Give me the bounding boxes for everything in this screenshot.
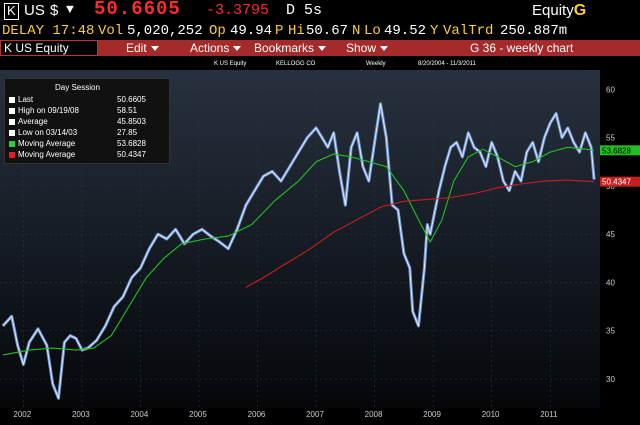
high-marker-icon <box>9 107 15 114</box>
x-tick-label: 2005 <box>189 410 207 419</box>
x-tick-label: 2002 <box>13 410 31 419</box>
subheader-company: KELLOGG CO <box>276 61 316 67</box>
legend-value: 50.4347 <box>117 150 146 159</box>
legend-row: Moving Average <box>9 139 75 149</box>
legend-label: High on 09/19/08 <box>18 106 79 115</box>
edit-menu[interactable]: Edit <box>126 40 159 56</box>
legend-value: 50.6605 <box>117 95 146 104</box>
y-tick-label: 35 <box>606 327 615 336</box>
quote-stats: DELAY 17:48 Vol 5,020,252 Op 49.94 P Hi … <box>0 22 640 40</box>
volume-label: Vol <box>98 23 124 39</box>
volume-value: 5,020,252 <box>127 23 203 39</box>
y-tick-label: 30 <box>606 375 615 384</box>
value-traded: 250.887m <box>500 23 568 39</box>
x-tick-label: 2007 <box>306 410 324 419</box>
security-field[interactable]: K US Equity <box>0 40 98 56</box>
legend-value: 53.6828 <box>117 139 146 148</box>
currency-symbol: $ <box>50 2 59 19</box>
edit-menu-label: Edit <box>126 41 147 55</box>
show-menu-label: Show <box>346 41 377 55</box>
show-dropdown-icon <box>380 46 389 52</box>
product-name: Equity <box>532 2 574 19</box>
last-price: 50.6605 <box>94 0 181 20</box>
legend-row: Moving Average <box>9 150 75 160</box>
legend-value: 58.51 <box>117 106 138 115</box>
security-field-value: K US Equity <box>4 41 69 55</box>
exchange-code: US <box>24 2 45 19</box>
product-key: G <box>573 2 587 19</box>
x-tick-label: 2009 <box>423 410 441 419</box>
low-label: Lo <box>364 23 381 39</box>
low-value: 49.52 <box>384 23 427 39</box>
last-value-text: 53.6828 <box>602 146 631 155</box>
y-tick-label: 40 <box>606 278 615 287</box>
swatch-icon <box>9 140 15 147</box>
x-tick-label: 2010 <box>482 410 500 419</box>
last-value-text: 50.4347 <box>602 178 631 187</box>
open-label: Op <box>209 23 226 39</box>
legend-label: Average <box>18 117 48 126</box>
price-flags: D 5s <box>286 2 323 19</box>
bookmarks-menu[interactable]: Bookmarks <box>254 40 327 56</box>
legend-row: Last <box>9 95 33 105</box>
product-label[interactable]: EquityG <box>532 2 586 20</box>
low-marker-icon <box>9 129 15 136</box>
y-tick-label: 45 <box>606 230 615 239</box>
swatch-icon <box>9 151 15 158</box>
subheader-period: Weekly <box>366 61 386 67</box>
function-title: G 36 - weekly chart <box>470 41 574 55</box>
legend-label: Moving Average <box>18 150 76 159</box>
actions-dropdown-icon <box>233 46 242 52</box>
edit-dropdown-icon <box>150 46 159 52</box>
toolbar: K US Equity Edit Actions Bookmarks Show … <box>0 40 640 56</box>
x-tick-label: 2008 <box>365 410 383 419</box>
actions-menu[interactable]: Actions <box>190 40 242 56</box>
bookmarks-dropdown-icon <box>318 46 327 52</box>
legend-row: Average <box>9 117 48 127</box>
square-icon <box>9 96 15 103</box>
open-flag: P <box>275 23 284 39</box>
open-value: 49.94 <box>230 23 273 39</box>
ticker-symbol: K <box>7 3 16 18</box>
legend-label: Low on 03/14/03 <box>18 128 78 137</box>
quote-header: K US $ ▼ 50.6605 -3.3795 D 5s EquityG <box>0 0 640 22</box>
y-tick-label: 60 <box>606 85 615 94</box>
high-flag: N <box>352 23 361 39</box>
high-value: 50.67 <box>306 23 349 39</box>
subheader-security: K US Equity <box>214 61 246 67</box>
high-label: Hi <box>288 23 305 39</box>
x-tick-label: 2004 <box>130 410 148 419</box>
legend-label: Last <box>18 95 34 104</box>
bookmarks-menu-label: Bookmarks <box>254 41 315 55</box>
price-change: -3.3795 <box>206 2 270 19</box>
show-menu[interactable]: Show <box>346 40 389 56</box>
x-tick-label: 2006 <box>248 410 266 419</box>
legend-value: 45.8503 <box>117 117 146 126</box>
ticker-badge[interactable]: K <box>4 3 19 20</box>
x-tick-label: 2003 <box>72 410 90 419</box>
actions-menu-label: Actions <box>190 41 230 55</box>
legend-row: Low on 03/14/03 <box>9 128 77 138</box>
legend-label: Moving Average <box>18 139 76 148</box>
x-tick-label: 2011 <box>540 410 558 419</box>
y-tick-label: 55 <box>606 134 615 143</box>
legend-title: Day Session <box>55 83 100 92</box>
value-traded-label: ValTrd <box>443 23 494 39</box>
subheader-range: 8/20/2004 - 11/3/2011 <box>418 61 476 67</box>
legend-value: 27.85 <box>117 128 138 137</box>
down-arrow-icon: ▼ <box>66 2 74 17</box>
delay-status: DELAY 17:48 <box>2 23 95 39</box>
low-flag: Y <box>430 23 439 39</box>
average-marker-icon <box>9 118 15 125</box>
legend-panel: Day Session Last 50.6605 High on 09/19/08 5… <box>4 78 170 164</box>
legend-row: High on 09/19/08 <box>9 106 79 116</box>
